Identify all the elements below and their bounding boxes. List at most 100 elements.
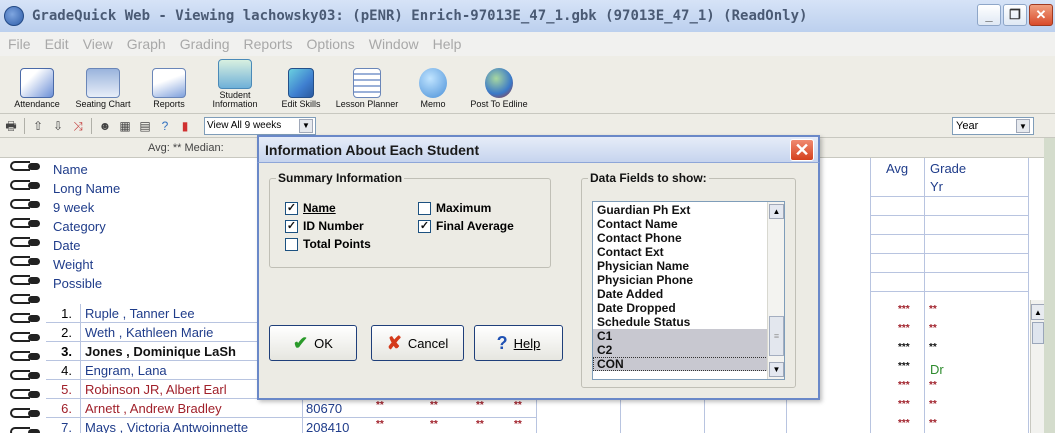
- list-item[interactable]: Physician Phone: [593, 273, 784, 287]
- list-item[interactable]: Date Added: [593, 287, 784, 301]
- edit-skills-button[interactable]: Edit Skills: [268, 57, 334, 113]
- list-item-selected[interactable]: C1: [593, 329, 784, 343]
- memo-button[interactable]: Memo: [400, 57, 466, 113]
- close-window-button[interactable]: ✕: [1029, 4, 1053, 26]
- student-info-icon: [218, 59, 252, 89]
- header-category[interactable]: Category: [50, 217, 250, 236]
- calendar-icon: [20, 68, 54, 98]
- menu-options[interactable]: Options: [307, 36, 355, 52]
- binder-ring-icon: [4, 332, 42, 342]
- bar-chart-icon[interactable]: ▮: [178, 119, 192, 133]
- menu-graph[interactable]: Graph: [127, 36, 166, 52]
- listbox-scrollbar[interactable]: ▲ ≡ ▼: [767, 202, 784, 379]
- student-id[interactable]: 80670: [302, 399, 368, 418]
- maximum-checkbox[interactable]: Maximum: [418, 201, 491, 215]
- year-select[interactable]: Year ▼: [952, 117, 1034, 135]
- menu-edit[interactable]: Edit: [45, 36, 69, 52]
- checkmark-icon: ✓: [285, 201, 298, 215]
- attendance-button[interactable]: Attendance: [4, 57, 70, 113]
- menu-grading[interactable]: Grading: [180, 36, 230, 52]
- student-id[interactable]: 208410: [302, 418, 368, 433]
- list-item[interactable]: Physician Name: [593, 259, 784, 273]
- post-to-edline-button[interactable]: Post To Edline: [466, 57, 532, 113]
- minimize-button[interactable]: _: [977, 4, 1001, 26]
- list-item[interactable]: Date Dropped: [593, 301, 784, 315]
- lesson-planner-button[interactable]: Lesson Planner: [334, 57, 400, 113]
- listbox-scroll-thumb[interactable]: ≡: [769, 316, 784, 356]
- grid-icon[interactable]: ▦: [118, 119, 132, 133]
- header-9-week[interactable]: 9 week: [50, 198, 250, 217]
- name-checkbox[interactable]: ✓ Name: [285, 201, 336, 215]
- checkmark-icon: ✓: [285, 219, 298, 233]
- student-row[interactable]: 7. Mays , Victoria Antwoinnette 208410 *…: [46, 418, 536, 433]
- menu-reports[interactable]: Reports: [244, 36, 293, 52]
- seating-chart-button[interactable]: Seating Chart: [70, 57, 136, 113]
- binder-ring-icon: [4, 351, 42, 361]
- student-row[interactable]: 6. Arnett , Andrew Bradley 80670 ** ** *…: [46, 399, 536, 418]
- header-possible[interactable]: Possible: [50, 274, 250, 293]
- skills-cube-icon: [288, 68, 314, 98]
- maximize-button[interactable]: ❐: [1003, 4, 1027, 26]
- chevron-up-icon[interactable]: ▲: [769, 204, 784, 219]
- data-fields-listbox[interactable]: Guardian Ph Ext Contact Name Contact Pho…: [592, 201, 785, 380]
- menu-view[interactable]: View: [83, 36, 113, 52]
- total-points-checkbox[interactable]: Total Points: [285, 237, 371, 251]
- list-item[interactable]: Contact Phone: [593, 231, 784, 245]
- grid-vertical-scrollbar[interactable]: ▲: [1030, 300, 1045, 433]
- help-query-icon[interactable]: ?: [158, 119, 172, 133]
- list-item[interactable]: Contact Name: [593, 217, 784, 231]
- column-divider: [1028, 158, 1029, 433]
- header-long-name[interactable]: Long Name: [50, 179, 250, 198]
- header-name[interactable]: Name: [50, 160, 250, 179]
- dialog-close-button[interactable]: ✕: [790, 139, 814, 161]
- student-avg: ***: [898, 380, 910, 391]
- id-number-checkbox[interactable]: ✓ ID Number: [285, 219, 364, 233]
- row-divider: [870, 215, 1028, 216]
- row-divider: [870, 196, 1028, 197]
- edline-globe-icon: [485, 68, 513, 98]
- list-item[interactable]: Schedule Status: [593, 315, 784, 329]
- chevron-down-icon[interactable]: ▼: [769, 362, 784, 377]
- header-weight[interactable]: Weight: [50, 255, 250, 274]
- view-select[interactable]: View All 9 weeks ▼: [204, 116, 316, 135]
- score-cell[interactable]: **: [376, 415, 384, 433]
- final-average-checkbox[interactable]: ✓ Final Average: [418, 219, 514, 233]
- list-item-selected[interactable]: C2: [593, 343, 784, 357]
- dialog-title-bar[interactable]: Information About Each Student ✕: [257, 135, 820, 163]
- menu-file[interactable]: File: [8, 36, 31, 52]
- score-cell[interactable]: **: [430, 415, 438, 433]
- header-date[interactable]: Date: [50, 236, 250, 255]
- row-divider: [870, 234, 1028, 235]
- reports-button[interactable]: Reports: [136, 57, 202, 113]
- scroll-thumb[interactable]: [1032, 322, 1044, 344]
- cancel-button[interactable]: ✘ Cancel: [371, 325, 464, 361]
- chevron-down-icon[interactable]: ▼: [1016, 119, 1030, 133]
- binder-ring-icon: [4, 256, 42, 266]
- score-cell[interactable]: **: [476, 415, 484, 433]
- menu-help[interactable]: Help: [433, 36, 462, 52]
- sort-down-icon[interactable]: ⇩: [51, 119, 65, 133]
- grade-period-label: Yr: [930, 179, 943, 194]
- student-grade: **: [929, 399, 937, 410]
- chevron-down-icon[interactable]: ▼: [299, 118, 313, 133]
- window-controls: _ ❐ ✕: [977, 4, 1053, 26]
- shuffle-icon[interactable]: ⤨: [71, 119, 85, 133]
- help-button[interactable]: ? Help: [474, 325, 563, 361]
- window-edge: [1044, 138, 1055, 433]
- list-item[interactable]: Guardian Ph Ext: [593, 203, 784, 217]
- table-icon[interactable]: ▤: [138, 119, 152, 133]
- window-title: GradeQuick Web - Viewing lachowsky03: (p…: [32, 8, 808, 24]
- print-icon[interactable]: 🖶: [4, 119, 18, 133]
- ok-button[interactable]: ✔ OK: [269, 325, 357, 361]
- score-cell[interactable]: **: [514, 415, 522, 433]
- column-divider: [620, 399, 621, 433]
- student-information-button[interactable]: Student Information: [202, 57, 268, 113]
- people-icon[interactable]: ☻: [98, 119, 112, 133]
- sort-up-icon[interactable]: ⇧: [31, 119, 45, 133]
- student-name[interactable]: Arnett , Andrew Bradley: [80, 399, 300, 418]
- menu-window[interactable]: Window: [369, 36, 419, 52]
- list-item[interactable]: Contact Ext: [593, 245, 784, 259]
- scroll-up-icon[interactable]: ▲: [1031, 304, 1045, 320]
- list-item-selected[interactable]: CON: [593, 357, 784, 371]
- student-name[interactable]: Mays , Victoria Antwoinnette: [80, 418, 300, 433]
